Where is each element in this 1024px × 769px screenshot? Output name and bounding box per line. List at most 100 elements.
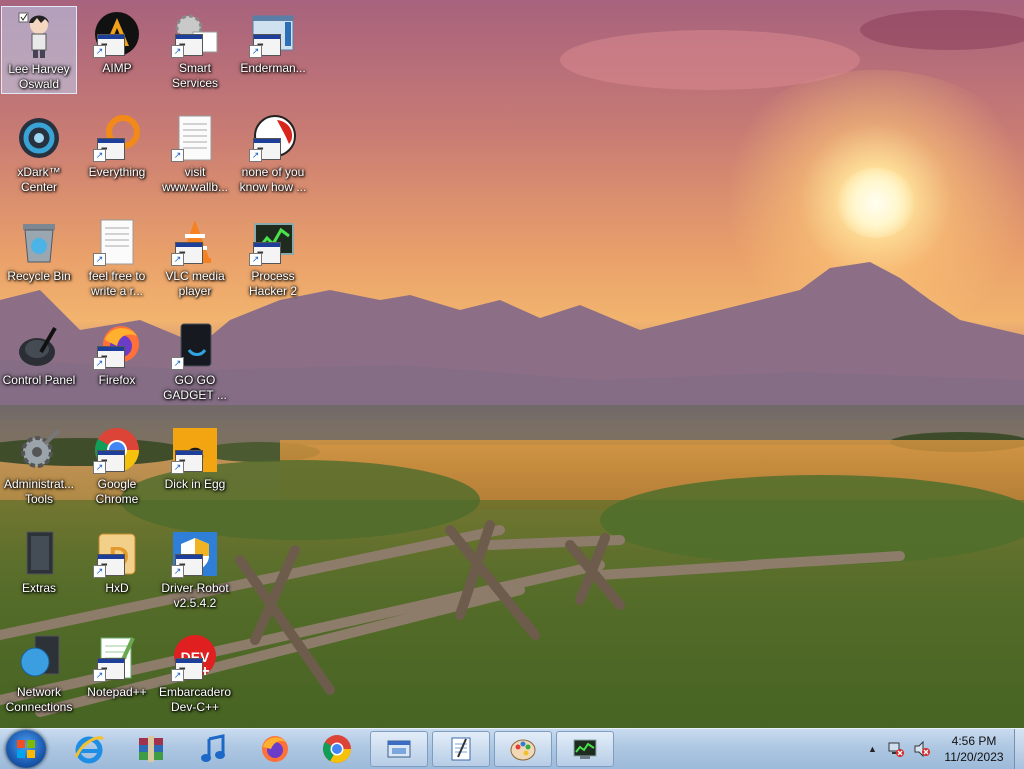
desktop-shortcut-label: Everything [88,165,146,179]
desktop-shortcut[interactable]: ↗ Everything [79,110,155,198]
desktop-shortcut[interactable]: xDark™ Center [1,110,77,198]
desktop-shortcut-label: Extras [21,581,56,595]
clock-date: 11/20/2023 [944,750,1004,764]
desktop-shortcut[interactable]: ↗ GO GO GADGET ... [157,318,233,406]
desktop-shortcut-label: Lee Harvey Oswald [8,62,70,91]
taskbar-internet-explorer[interactable] [62,731,116,767]
admin-tools-icon [15,426,63,474]
music-player-icon [201,734,225,762]
desktop-shortcut-label: Recycle Bin [7,269,71,283]
process-hacker-icon: ↗ [249,218,297,266]
desktop-shortcut-label: Control Panel [2,373,76,387]
shortcut-arrow-icon: ↗ [249,45,262,58]
shortcut-arrow-icon: ↗ [171,357,184,370]
desktop-shortcut-label: AIMP [102,61,132,75]
desktop-shortcut[interactable]: e↗ Dick in Egg [157,422,233,510]
desktop-shortcut[interactable]: Lee Harvey Oswald [1,6,77,94]
desktop-shortcut[interactable]: ↗ AIMP [79,6,155,94]
desktop-shortcut-label: Dick in Egg [164,477,226,491]
shortcut-arrow-icon: ↗ [171,461,184,474]
clock[interactable]: 4:56 PM 11/20/2023 [936,733,1012,765]
devcpp-icon: DEV+↗ [171,634,219,682]
desktop-shortcut-label: VLC media player [165,269,225,298]
extras-icon [15,530,63,578]
show-hidden-icons-arrow-icon[interactable]: ▲ [868,744,877,754]
desktop: Lee Harvey Oswald ↗ AIMP ↗ Smart Services ↗ En… [0,0,1024,728]
windows-logo-icon [17,740,35,758]
chrome-icon [323,735,351,763]
firefox-icon: ↗ [93,322,141,370]
show-desktop-button[interactable] [1014,729,1024,769]
desktop-shortcut-label: Notepad++ [87,685,147,699]
desktop-shortcut[interactable]: Extras [1,526,77,614]
desktop-shortcut[interactable]: ↗ Smart Services [157,6,233,94]
shortcut-arrow-icon: ↗ [93,461,106,474]
desktop-shortcut[interactable]: Recycle Bin [1,214,77,302]
go-go-gadget-icon: ↗ [171,322,219,370]
taskbar-winrar[interactable] [124,731,178,767]
shortcut-arrow-icon: ↗ [171,149,184,162]
desktop-shortcut[interactable]: ↗ Driver Robot v2.5.4.2 [157,526,233,614]
taskbar-paint[interactable] [494,731,552,767]
taskbar: ▲ 4:56 PM 11/20/2023 [0,728,1024,769]
desktop-shortcut[interactable]: Administrat... Tools [1,422,77,510]
desktop-shortcut-label: HxD [105,581,129,595]
desktop-shortcut[interactable]: DEV+↗ Embarcadero Dev-C++ [157,630,233,718]
lee-harvey-oswald-icon [15,11,63,59]
taskbar-open-window[interactable] [370,731,428,767]
shortcut-arrow-icon: ↗ [249,253,262,266]
desktop-shortcut-label: GO GO GADGET ... [163,373,227,402]
desktop-shortcut[interactable]: ↗ Notepad++ [79,630,155,718]
volume-muted-icon[interactable] [913,741,931,757]
desktop-shortcut-label: Driver Robot v2.5.4.2 [161,581,229,610]
xdark-center-icon [15,114,63,162]
control-panel-icon [15,322,63,370]
desktop-shortcut[interactable]: Control Panel [1,318,77,406]
firefox-icon [262,736,288,762]
none-of-you-icon: ↗ [249,114,297,162]
hxd-icon: D↗ [93,530,141,578]
desktop-shortcut-label: Smart Services [171,61,218,90]
desktop-shortcut[interactable]: ↗ none of you know how ... [235,110,311,198]
desktop-shortcut[interactable]: ↗ feel free to write a r... [79,214,155,302]
shortcut-arrow-icon: ↗ [93,149,106,162]
taskbar-notepad[interactable] [432,731,490,767]
everything-icon: ↗ [93,114,141,162]
desktop-shortcut-label: visit www.wallb... [161,165,229,194]
desktop-shortcut[interactable]: D↗ HxD [79,526,155,614]
visit-wallb-icon: ↗ [171,114,219,162]
network-connections-icon [15,634,63,682]
desktop-shortcut[interactable]: ↗ VLC media player [157,214,233,302]
desktop-shortcut-label: feel free to write a r... [88,269,146,298]
smart-services-icon: ↗ [171,10,219,58]
desktop-shortcut-label: Enderman... [240,61,306,75]
feel-free-icon: ↗ [93,218,141,266]
shortcut-arrow-icon: ↗ [171,669,184,682]
desktop-shortcut-label: Administrat... Tools [3,477,75,506]
driver-robot-icon: ↗ [171,530,219,578]
taskbar-process-hacker[interactable] [556,731,614,767]
network-status-icon[interactable] [887,741,905,757]
taskbar-chrome[interactable] [310,731,364,767]
taskbar-firefox[interactable] [248,731,302,767]
window-app-icon [387,740,411,758]
start-button[interactable] [6,730,46,768]
desktop-shortcut[interactable]: ↗ Enderman... [235,6,311,94]
recycle-bin-icon [15,218,63,266]
desktop-shortcut-label: Google Chrome [95,477,139,506]
desktop-shortcut-label: Process Hacker 2 [248,269,298,298]
desktop-shortcut[interactable]: ↗ visit www.wallb... [157,110,233,198]
desktop-shortcut-label: none of you know how ... [239,165,307,194]
desktop-shortcut[interactable]: ↗ Google Chrome [79,422,155,510]
winrar-icon [139,736,163,762]
clock-time: 4:56 PM [951,734,997,748]
process-hacker-icon [573,739,597,759]
shortcut-arrow-icon: ↗ [93,253,106,266]
desktop-shortcut[interactable]: ↗ Process Hacker 2 [235,214,311,302]
notepad-icon [451,737,471,761]
desktop-shortcut-label: Embarcadero Dev-C++ [158,685,232,714]
desktop-shortcut[interactable]: ↗ Firefox [79,318,155,406]
desktop-shortcut[interactable]: Network Connections [1,630,77,718]
taskbar-music-player[interactable] [186,731,240,767]
vlc-icon: ↗ [171,218,219,266]
